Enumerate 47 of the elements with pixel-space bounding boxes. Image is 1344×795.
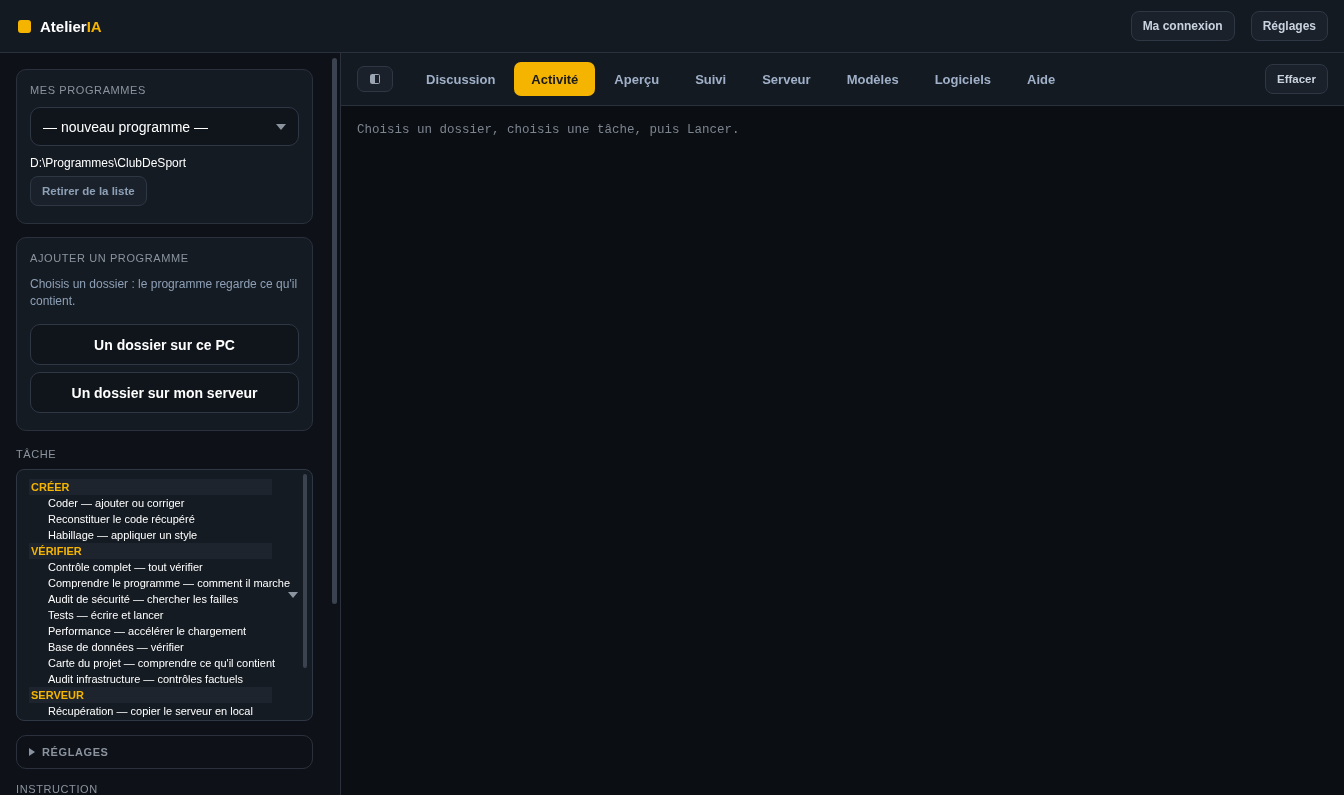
- tab[interactable]: Suivi: [678, 62, 744, 96]
- tab[interactable]: Discussion: [409, 62, 513, 96]
- folder-path: D:\Programmes\ClubDeSport: [30, 156, 188, 170]
- tab[interactable]: Logiciels: [917, 62, 1008, 96]
- task-option[interactable]: Comprendre le programme — comment il marche: [29, 575, 291, 591]
- panel-icon: [370, 74, 380, 84]
- section-label: INSTRUCTION: [16, 783, 98, 795]
- task-option[interactable]: Tests — écrire et lancer: [29, 607, 164, 623]
- settings-disclosure[interactable]: RÉGLAGES: [16, 735, 313, 769]
- settings-button[interactable]: Réglages: [1250, 11, 1328, 41]
- app-logo: AtelierIA: [40, 17, 102, 35]
- task-option[interactable]: Coder — ajouter ou corriger: [29, 495, 185, 511]
- task-option[interactable]: Reconstituer le code récupéré: [29, 511, 195, 527]
- scrollbar[interactable]: [303, 474, 307, 668]
- caret-icon: [288, 592, 298, 598]
- caret-icon: [276, 123, 286, 130]
- tab[interactable]: Modèles: [829, 62, 916, 96]
- account-button[interactable]: Ma connexion: [1130, 11, 1235, 41]
- remove-button[interactable]: Retirer de la liste: [30, 176, 147, 206]
- task-option[interactable]: Carte du projet — comprendre ce qu'il contient: [29, 655, 276, 671]
- task-option[interactable]: Performance — accélérer le chargement: [29, 623, 247, 639]
- task-option[interactable]: Récupération — copier le serveur en local: [29, 703, 253, 719]
- tab[interactable]: Aperçu: [597, 62, 677, 96]
- section-title: AJOUTER UN PROGRAMME: [30, 252, 190, 264]
- task-option[interactable]: Contrôle complet — tout vérifier: [29, 559, 203, 575]
- tab[interactable]: Activité: [514, 62, 596, 96]
- task-option[interactable]: Audit de sécurité — chercher les failles: [29, 591, 239, 607]
- tab[interactable]: Aide: [1010, 62, 1073, 96]
- hint-message: Choisis un dossier, choisis une tâche, puis Lancer.: [356, 122, 741, 139]
- task-option[interactable]: Habillage — appliquer un style: [29, 527, 198, 543]
- task-option[interactable]: Base de données — vérifier: [29, 639, 184, 655]
- group-header: VÉRIFIER: [29, 543, 272, 559]
- description: Choisis un dossier : le programme regarde ce qu'il contient.: [30, 276, 299, 310]
- group-header: CRÉER: [29, 479, 272, 495]
- group-header: SERVEUR: [29, 687, 272, 703]
- sidebar-toggle-button[interactable]: [357, 66, 393, 92]
- section-title: MES PROGRAMMES: [30, 84, 147, 96]
- task-option[interactable]: Audit infrastructure — contrôles factuels: [29, 671, 244, 687]
- program-select[interactable]: — nouveau programme —: [30, 107, 299, 146]
- local-folder-button[interactable]: Un dossier sur ce PC: [30, 324, 299, 365]
- section-label: TÂCHE: [16, 448, 58, 460]
- clear-button[interactable]: Effacer: [1265, 64, 1328, 94]
- task-list[interactable]: [16, 469, 313, 721]
- scrollbar[interactable]: [332, 58, 337, 604]
- tab[interactable]: Serveur: [745, 62, 828, 96]
- logo-icon: [18, 19, 31, 33]
- server-folder-button[interactable]: Un dossier sur mon serveur: [30, 372, 299, 413]
